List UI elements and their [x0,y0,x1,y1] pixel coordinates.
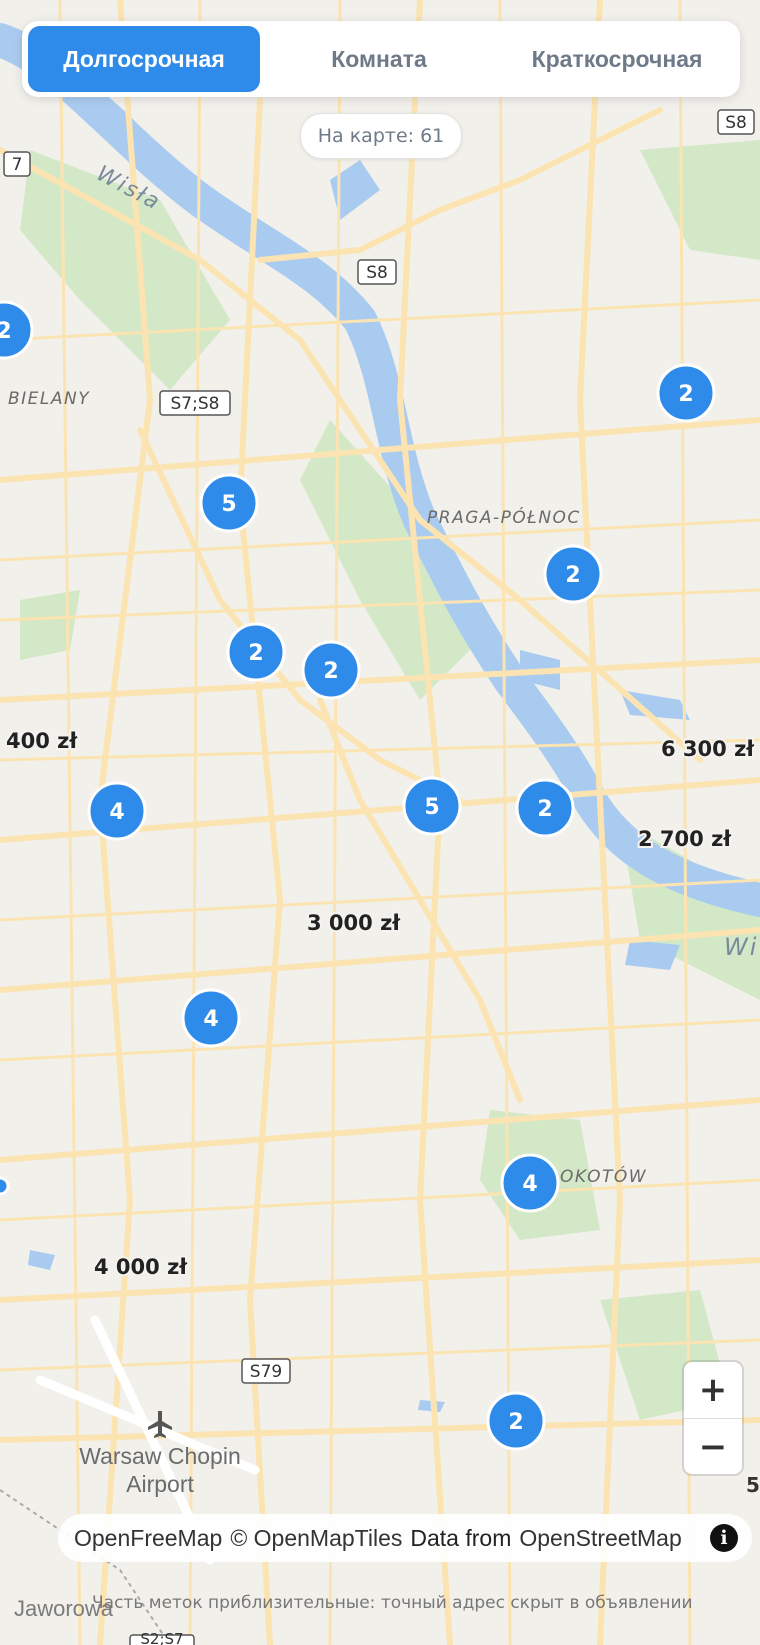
river-label: Wi [724,933,758,961]
road-shield: S8 [717,109,755,135]
cluster-marker-partial[interactable] [0,1176,10,1196]
cluster-count: 2 [537,797,552,822]
listing-type-tabs: Долгосрочная Комната Краткосрочная [22,21,740,97]
road-shield: 7 [3,151,31,177]
cluster-count: 4 [109,800,124,825]
road-shield-label: S7;S8 [171,394,220,414]
edge-label: 5 [746,1473,760,1497]
cluster-count: 2 [678,382,693,407]
tab-long-term[interactable]: Долгосрочная [28,26,260,92]
price-label[interactable]: 3 000 zł [305,909,403,937]
road-shield: S7;S8 [159,390,231,416]
price-label[interactable]: 2 700 zł [636,825,734,853]
cluster-count: 2 [565,563,580,588]
price-label[interactable]: 4 000 zł [92,1253,190,1281]
attribution-openfreemap-link[interactable]: OpenFreeMap [74,1525,222,1552]
cluster-marker[interactable]: 5 [402,776,462,836]
cluster-marker[interactable]: 2 [226,622,286,682]
road-shield-label: S2;S7 [140,1630,183,1645]
cluster-marker[interactable]: 2 [515,778,575,838]
airport-label: Airport [126,1471,194,1497]
cluster-marker[interactable]: 4 [181,988,241,1048]
cluster-count: 2 [323,659,338,684]
district-label-mokotow: OKOTÓW [560,1165,647,1187]
cluster-marker[interactable]: 4 [87,781,147,841]
cluster-count: 2 [0,319,12,344]
zoom-out-button[interactable]: − [684,1418,742,1475]
approximate-location-note: Часть меток приблизительные: точный адре… [92,1593,693,1613]
zoom-in-button[interactable]: + [684,1362,742,1418]
cluster-marker[interactable]: 2 [486,1391,546,1451]
road-shield-label: S79 [250,1362,282,1382]
road-shield-label: 7 [12,155,23,175]
on-map-count-badge: На карте: 61 [300,113,462,159]
attribution-openstreetmap-link[interactable]: OpenStreetMap [519,1525,681,1552]
road-shield: S8 [357,259,397,285]
cluster-marker[interactable]: 5 [199,473,259,533]
road-shield-label: S8 [366,263,388,283]
tab-short-term[interactable]: Краткосрочная [498,26,736,92]
airport-label: Warsaw Chopin [79,1443,240,1469]
cluster-count: 5 [424,795,439,820]
cluster-marker[interactable]: 4 [500,1153,560,1213]
cluster-count: 5 [221,492,236,517]
cluster-count: 2 [508,1410,523,1435]
road-shield: S79 [241,1358,291,1384]
price-label[interactable]: 400 zł [4,727,80,755]
zoom-controls: + − [684,1362,742,1474]
tab-room[interactable]: Комната [260,26,498,92]
road-shield-label: S8 [725,113,747,133]
cluster-marker[interactable]: 2 [543,544,603,604]
attribution-openmaptiles-link[interactable]: © OpenMapTiles [230,1525,402,1552]
cluster-count: 4 [522,1172,537,1197]
cluster-count: 4 [203,1007,218,1032]
map-canvas[interactable]: S8 S8 S7;S8 S79 7 S2;S7 Wisła Wi BIELANY… [0,0,760,1645]
district-label-bielany: BIELANY [8,389,90,409]
district-label-praga: PRAGA-PÓŁNOC [427,506,581,528]
cluster-count: 2 [248,641,263,666]
attribution-data-from: Data from [410,1524,512,1551]
cluster-marker[interactable]: 2 [656,363,716,423]
info-icon[interactable]: i [710,1524,738,1552]
map-attribution: OpenFreeMap © OpenMapTiles Data from Ope… [58,1514,752,1562]
cluster-marker[interactable]: 2 [301,640,361,700]
price-label[interactable]: 6 300 zł [659,735,757,763]
